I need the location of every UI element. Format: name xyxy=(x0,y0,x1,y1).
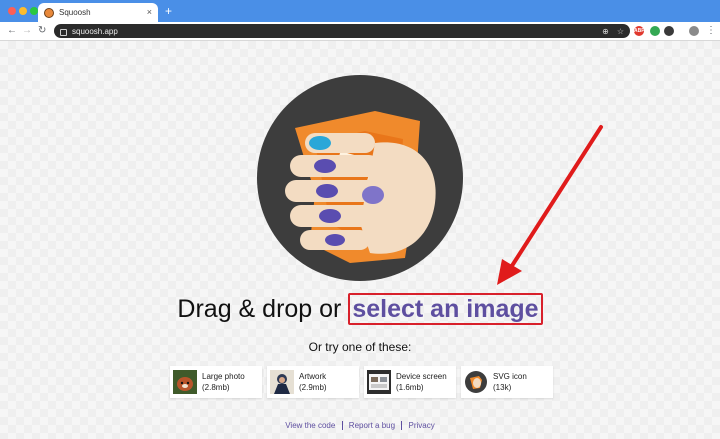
lock-icon xyxy=(60,28,67,36)
sample-size: (1.6mb) xyxy=(396,383,424,392)
maximize-window-button[interactable] xyxy=(30,7,38,15)
red-panda-thumbnail-icon xyxy=(173,370,197,394)
squoosh-page[interactable]: Drag & drop or select an image Or try on… xyxy=(0,41,720,439)
tab-strip: Squoosh × + xyxy=(0,0,720,22)
view-code-link[interactable]: View the code xyxy=(285,421,335,430)
page-footer: View the code Report a bug Privacy xyxy=(0,421,720,431)
browser-menu-icon[interactable]: ⋮ xyxy=(706,25,716,37)
new-tab-button[interactable]: + xyxy=(165,4,172,18)
squoosh-logo-icon xyxy=(257,75,463,281)
green-extension-icon[interactable] xyxy=(650,26,660,36)
sample-svg-icon[interactable]: SVG icon (13k) xyxy=(461,366,553,398)
tab-squoosh[interactable]: Squoosh × xyxy=(38,3,158,22)
sample-name: SVG icon xyxy=(493,372,527,381)
sample-large-photo[interactable]: Large photo (2.8mb) xyxy=(170,366,262,398)
sample-size: (2.8mb) xyxy=(202,383,230,392)
footer-divider xyxy=(401,421,403,431)
drop-zone-headline: Drag & drop or select an image xyxy=(0,293,720,325)
sample-name: Artwork xyxy=(299,372,327,381)
sample-subhead: Or try one of these: xyxy=(308,340,412,354)
reload-button[interactable]: ↻ xyxy=(38,24,46,38)
tab-title: Squoosh xyxy=(59,8,91,17)
sample-artwork[interactable]: Artwork (2.9mb) xyxy=(267,366,359,398)
forward-button[interactable]: → xyxy=(22,24,32,38)
address-bar[interactable]: squoosh.app ⊕ ☆ xyxy=(54,24,630,38)
artwork-thumbnail-icon xyxy=(270,370,294,394)
close-window-button[interactable] xyxy=(8,7,16,15)
tab-close-icon[interactable]: × xyxy=(147,8,152,17)
install-icon[interactable]: ⊕ xyxy=(602,27,609,36)
bookmark-star-icon[interactable]: ☆ xyxy=(617,27,624,36)
sample-name: Device screen xyxy=(396,372,447,381)
device-screen-thumbnail-icon xyxy=(367,370,391,394)
sample-size: (2.9mb) xyxy=(299,383,327,392)
report-bug-link[interactable]: Report a bug xyxy=(349,421,395,430)
sample-size: (13k) xyxy=(493,383,512,392)
sample-device-screen[interactable]: Device screen (1.6mb) xyxy=(364,366,456,398)
back-button[interactable]: ← xyxy=(7,24,17,38)
select-image-link[interactable]: select an image xyxy=(348,293,543,325)
url-text[interactable]: squoosh.app xyxy=(72,27,594,36)
squoosh-favicon-icon xyxy=(44,7,54,18)
privacy-link[interactable]: Privacy xyxy=(409,421,435,430)
headline-text: Drag & drop or xyxy=(177,295,342,323)
dark-extension-icon[interactable] xyxy=(664,26,674,36)
minimize-window-button[interactable] xyxy=(19,7,27,15)
sample-list: Large photo (2.8mb) Artwork (2.9mb) Devi… xyxy=(170,366,553,398)
profile-avatar-icon[interactable] xyxy=(689,26,699,36)
sample-name: Large photo xyxy=(202,372,245,381)
footer-divider xyxy=(341,421,343,431)
browser-toolbar: ← → ↻ squoosh.app ⊕ ☆ ABP ⋮ xyxy=(0,22,720,41)
adblock-extension-icon[interactable]: ABP xyxy=(634,26,645,36)
svg-icon-thumbnail-icon xyxy=(464,370,488,394)
